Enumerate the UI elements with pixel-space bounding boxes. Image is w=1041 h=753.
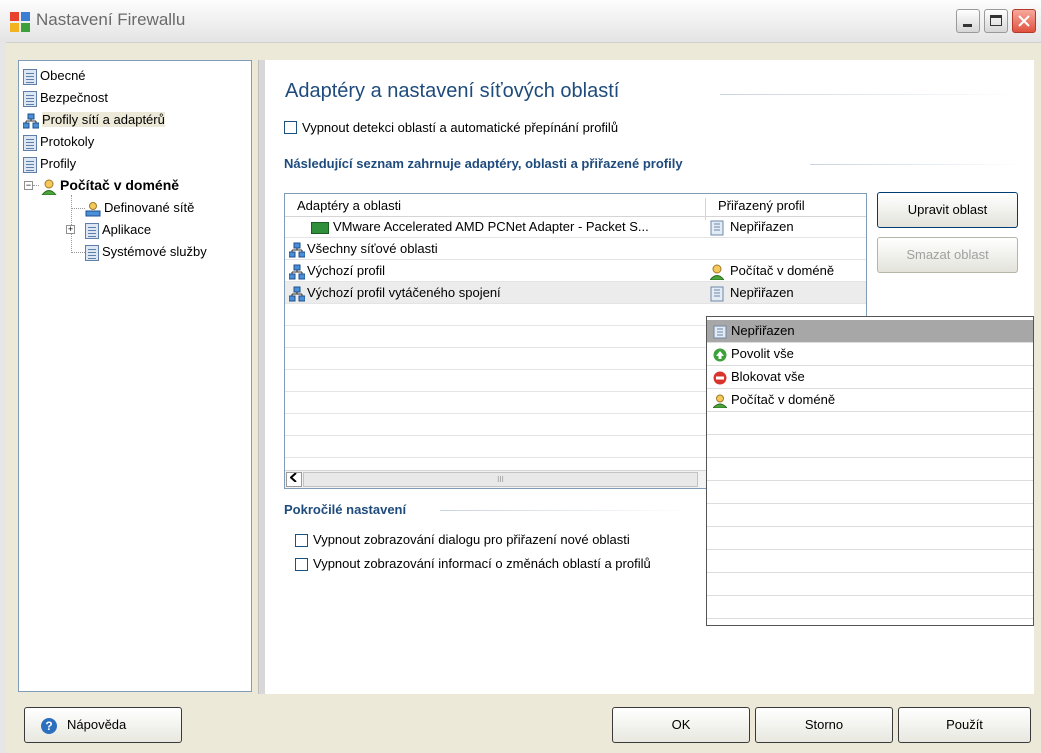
expand-toggle[interactable]: +: [66, 225, 75, 234]
dropdown-empty-row: [707, 458, 1033, 481]
network-card-icon: [311, 221, 329, 234]
column-profile[interactable]: Přiřazený profil: [718, 198, 805, 213]
tree-connector: [71, 208, 85, 209]
minimize-button[interactable]: [956, 9, 980, 33]
dropdown-option-block-all[interactable]: Blokovat vše: [707, 366, 1033, 389]
scroll-thumb[interactable]: III: [303, 472, 698, 487]
dropdown-empty-row: [707, 573, 1033, 596]
tree-item-network-profiles[interactable]: Profily sítí a adaptérů: [23, 111, 165, 129]
adv-option2-checkbox[interactable]: [295, 558, 308, 571]
window-title: Nastavení Firewallu: [36, 10, 186, 29]
network-icon: [23, 113, 39, 129]
avg-app-icon: [10, 12, 30, 32]
list-heading: Následující seznam zahrnuje adaptéry, ob…: [284, 156, 683, 171]
help-button[interactable]: ? Nápověda: [24, 707, 182, 743]
tree-connector: [71, 252, 85, 253]
list-row[interactable]: Výchozí profil Počítač v doméně: [285, 260, 866, 282]
unassigned-icon: [710, 286, 724, 302]
profile-dropdown-list: Nepřiřazen Povolit vše Blokovat vše Počí…: [706, 316, 1034, 626]
scroll-thumb-grip: III: [497, 475, 504, 484]
column-adapters[interactable]: Adaptéry a oblasti: [297, 198, 401, 213]
dropdown-empty-row: [707, 504, 1033, 527]
adv-option1-label: Vypnout zobrazování dialogu pro přiřazen…: [313, 532, 630, 547]
list-header: Adaptéry a oblasti Přiřazený profil: [285, 194, 866, 220]
network-icon: [289, 264, 305, 280]
apply-button[interactable]: Použít: [898, 707, 1031, 743]
heading-divider: [440, 510, 690, 511]
minimize-icon: [963, 24, 972, 27]
unassigned-icon: [710, 220, 724, 236]
dropdown-empty-row: [707, 412, 1033, 435]
page-title: Adaptéry a nastavení síťových oblastí: [285, 80, 620, 102]
document-icon: [85, 222, 99, 239]
dropdown-empty-row: [707, 527, 1033, 550]
delete-area-button[interactable]: Smazat oblast: [877, 237, 1018, 273]
tree-item-security[interactable]: Bezpečnost: [23, 89, 108, 107]
ok-button[interactable]: OK: [612, 707, 750, 743]
document-icon: [23, 156, 37, 173]
tree-item-profiles[interactable]: Profily: [23, 155, 76, 173]
tree-item-logs[interactable]: Protokoly: [23, 133, 94, 151]
dropdown-empty-row: [707, 435, 1033, 458]
settings-tree: Obecné Bezpečnost Profily sítí a adaptér…: [18, 60, 252, 692]
cancel-button[interactable]: Storno: [755, 707, 893, 743]
dropdown-option-allow-all[interactable]: Povolit vše: [707, 343, 1033, 366]
list-row-selected[interactable]: Výchozí profil vytáčeného spojení Nepřiř…: [285, 282, 866, 304]
title-divider: [720, 94, 1020, 95]
list-row[interactable]: VMware Accelerated AMD PCNet Adapter - P…: [285, 216, 866, 238]
heading-divider: [810, 164, 1025, 165]
disable-detection-label: Vypnout detekci oblastí a automatické př…: [302, 120, 619, 135]
unassigned-icon: [713, 325, 727, 339]
title-bar: Nastavení Firewallu: [0, 0, 1041, 43]
dropdown-empty-row: [707, 596, 1033, 619]
tree-connector: [33, 185, 39, 186]
adv-option1-checkbox[interactable]: [295, 534, 308, 547]
domain-computer-icon: [710, 264, 724, 280]
maximize-icon: [990, 15, 1002, 26]
edit-area-button[interactable]: Upravit oblast: [877, 192, 1018, 228]
network-user-icon: [85, 201, 101, 217]
firewall-settings-window: Nastavení Firewallu Obecné Bezpečnost Pr…: [0, 0, 1041, 753]
dropdown-option-unassigned[interactable]: Nepřiřazen: [707, 320, 1033, 343]
document-icon: [85, 244, 99, 261]
collapse-toggle[interactable]: −: [24, 181, 33, 190]
maximize-button[interactable]: [984, 9, 1008, 33]
disable-detection-checkbox[interactable]: [284, 121, 297, 134]
adv-option2-label: Vypnout zobrazování informací o změnách …: [313, 556, 651, 571]
scroll-left-button[interactable]: [286, 472, 302, 487]
tree-item-domain-computer[interactable]: Počítač v doméně: [41, 177, 179, 195]
document-icon: [23, 134, 37, 151]
tree-item-general[interactable]: Obecné: [23, 67, 86, 85]
tree-item-system-services[interactable]: Systémové služby: [85, 243, 207, 261]
allow-all-icon: [713, 348, 727, 362]
dropdown-empty-row: [707, 481, 1033, 504]
dropdown-option-domain-computer[interactable]: Počítač v doméně: [707, 389, 1033, 412]
document-icon: [23, 68, 37, 85]
tree-connector: [71, 195, 72, 251]
network-icon: [289, 242, 305, 258]
document-icon: [23, 90, 37, 107]
tree-item-defined-networks[interactable]: Definované sítě: [85, 199, 194, 217]
user-icon: [41, 179, 57, 195]
advanced-heading: Pokročilé nastavení: [284, 502, 407, 517]
arrow-left-icon: [289, 472, 297, 483]
domain-computer-icon: [713, 394, 727, 408]
list-row[interactable]: Všechny síťové oblasti: [285, 238, 866, 260]
close-icon: [1018, 15, 1030, 27]
close-button[interactable]: [1012, 9, 1036, 33]
tree-item-applications[interactable]: Aplikace: [85, 221, 151, 239]
window-frame: [0, 42, 6, 753]
help-icon: ?: [41, 717, 57, 734]
network-icon: [289, 286, 305, 302]
block-all-icon: [713, 371, 727, 385]
dropdown-empty-row: [707, 550, 1033, 573]
